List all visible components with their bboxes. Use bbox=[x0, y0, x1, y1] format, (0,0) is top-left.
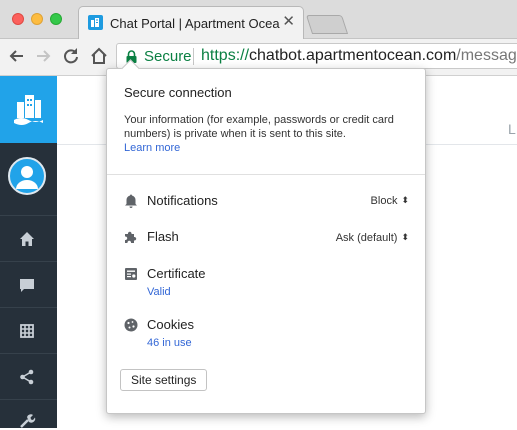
secure-label[interactable]: Secure bbox=[144, 48, 192, 65]
apartment-ocean-logo-icon bbox=[88, 15, 103, 30]
wrench-icon[interactable] bbox=[18, 412, 36, 430]
sidebar-divider bbox=[0, 307, 57, 308]
building-logo-icon bbox=[14, 95, 43, 125]
url-path: /messages/ bbox=[456, 47, 517, 64]
user-avatar[interactable] bbox=[8, 157, 46, 195]
popup-divider bbox=[107, 174, 425, 175]
app-logo[interactable] bbox=[0, 76, 57, 143]
tab-title: Chat Portal | Apartment Ocean bbox=[110, 16, 280, 31]
new-tab-button[interactable] bbox=[305, 15, 349, 34]
connection-description: Your information (for example, passwords… bbox=[124, 113, 414, 155]
home-icon[interactable] bbox=[18, 230, 36, 248]
chat-icon[interactable] bbox=[18, 276, 36, 294]
app-sidebar bbox=[0, 76, 57, 428]
sidebar-divider bbox=[0, 399, 57, 400]
bell-icon bbox=[125, 194, 137, 208]
user-icon bbox=[16, 166, 38, 189]
chevron-updown-icon: ⬍ bbox=[401, 195, 409, 205]
chevron-updown-icon: ⬍ bbox=[401, 232, 409, 242]
notifications-setting-select[interactable]: Block ⬍ bbox=[371, 195, 409, 207]
reload-icon[interactable] bbox=[60, 45, 82, 67]
url-text[interactable]: https://chatbot.apartmentocean.com/messa… bbox=[201, 47, 517, 65]
certificate-label: Certificate bbox=[147, 266, 206, 281]
browser-titlebar: Chat Portal | Apartment Ocean ✕ bbox=[0, 0, 517, 39]
close-tab-icon[interactable]: ✕ bbox=[282, 14, 295, 30]
site-settings-button[interactable]: Site settings bbox=[120, 369, 208, 391]
url-separator bbox=[193, 48, 194, 65]
puzzle-icon bbox=[125, 231, 137, 243]
site-info-popup: Secure connection Your information (for … bbox=[106, 59, 426, 414]
forward-arrow-icon[interactable] bbox=[32, 45, 54, 67]
sidebar-divider bbox=[0, 215, 57, 216]
connection-description-text: Your information (for example, passwords… bbox=[124, 114, 394, 140]
learn-more-link[interactable]: Learn more bbox=[124, 142, 180, 154]
sidebar-divider bbox=[0, 261, 57, 262]
url-scheme: https:// bbox=[201, 47, 250, 64]
cookies-label: Cookies bbox=[147, 317, 194, 332]
back-arrow-icon[interactable] bbox=[6, 45, 28, 67]
flash-setting-select[interactable]: Ask (default) ⬍ bbox=[336, 232, 409, 244]
certificate-valid-link[interactable]: Valid bbox=[147, 286, 171, 298]
address-bar[interactable]: Secure https://chatbot.apartmentocean.co… bbox=[116, 43, 517, 69]
notifications-label: Notifications bbox=[147, 193, 218, 208]
share-icon[interactable] bbox=[18, 368, 36, 386]
close-window-button[interactable] bbox=[12, 13, 24, 25]
cookies-in-use-link[interactable]: 46 in use bbox=[147, 337, 192, 349]
maximize-window-button[interactable] bbox=[50, 13, 62, 25]
cookie-icon bbox=[124, 318, 138, 332]
flash-value: Ask (default) bbox=[335, 232, 398, 244]
minimize-window-button[interactable] bbox=[31, 13, 43, 25]
browser-tab-active[interactable]: Chat Portal | Apartment Ocean ✕ bbox=[78, 6, 304, 39]
flash-label: Flash bbox=[147, 229, 179, 244]
certificate-icon bbox=[125, 268, 137, 280]
sidebar-divider bbox=[0, 353, 57, 354]
page-header-text: L bbox=[508, 121, 516, 137]
notifications-value: Block bbox=[370, 195, 398, 207]
url-host: chatbot.apartmentocean.com bbox=[249, 47, 457, 64]
grid-icon[interactable] bbox=[18, 322, 36, 340]
connection-status-title: Secure connection bbox=[124, 85, 232, 100]
home-icon[interactable] bbox=[88, 45, 110, 67]
